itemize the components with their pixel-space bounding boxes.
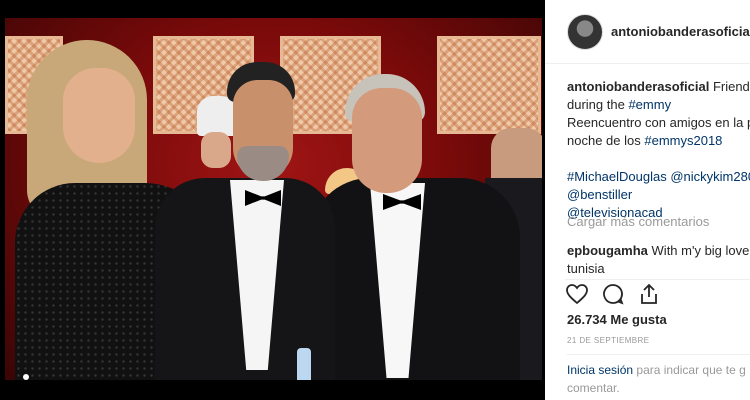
user-tag-icon[interactable]	[19, 374, 33, 380]
post-photo[interactable]	[5, 18, 542, 380]
comment-text: With m'y big love f	[651, 243, 750, 258]
heart-icon[interactable]	[565, 282, 589, 306]
mention-link[interactable]: @benstiller	[567, 186, 750, 204]
post-header: antoniobanderasoficial •	[545, 0, 750, 64]
load-more-comments[interactable]: Cargar más comentarios	[567, 214, 709, 229]
post-date: 21 DE SEPTIEMBRE	[567, 336, 650, 345]
hashtag-link[interactable]: #emmy	[628, 97, 671, 112]
hashtag-link[interactable]: #emmys2018	[644, 133, 722, 148]
login-link[interactable]: Inicia sesión	[567, 363, 633, 377]
like-count[interactable]: 26.734 Me gusta	[567, 312, 667, 327]
background-person	[201, 132, 231, 168]
mention-link[interactable]: #MichaelDouglas @nickykim2807	[567, 168, 750, 186]
avatar[interactable]	[567, 14, 603, 50]
post-username[interactable]: antoniobanderasoficial •	[611, 24, 750, 39]
login-line: Inicia sesión para indicar que te g	[567, 361, 750, 379]
login-line: comentar.	[567, 381, 620, 395]
action-bar	[565, 279, 750, 308]
person-face	[63, 68, 135, 163]
caption-author[interactable]: antoniobanderasoficial	[567, 79, 709, 94]
caption-line: during the #emmy	[567, 96, 750, 114]
comment: epbougamha With m'y big love f tunisia	[567, 242, 750, 278]
caption-text: during the	[567, 97, 625, 112]
user-tag-icon-head	[23, 374, 29, 380]
caption-text: noche de los	[567, 133, 641, 148]
caption-line: Reencuentro con amigos en la pa	[567, 115, 750, 130]
caption-line: antoniobanderasoficial Friends r	[567, 78, 750, 96]
person-face	[352, 88, 422, 193]
water-bottle	[297, 348, 311, 380]
comment-line: epbougamha With m'y big love f	[567, 242, 750, 260]
login-prompt: Inicia sesión para indicar que te g come…	[567, 354, 750, 400]
caption: antoniobanderasoficial Friends r during …	[567, 78, 750, 222]
person-beard	[237, 146, 289, 181]
comment-icon[interactable]	[601, 282, 625, 306]
login-text: para indicar que te g	[636, 363, 746, 377]
caption-text: Friends r	[712, 79, 750, 94]
comment-line: tunisia	[567, 261, 605, 276]
post-side-panel: antoniobanderasoficial • antoniobanderas…	[545, 0, 750, 400]
wall-art	[437, 36, 541, 134]
username-text[interactable]: antoniobanderasoficial	[611, 24, 750, 39]
comment-author[interactable]: epbougamha	[567, 243, 648, 258]
share-icon[interactable]	[637, 282, 661, 306]
caption-line: noche de los #emmys2018	[567, 132, 750, 150]
post-media	[0, 0, 545, 400]
background-chef-hat	[197, 96, 237, 136]
